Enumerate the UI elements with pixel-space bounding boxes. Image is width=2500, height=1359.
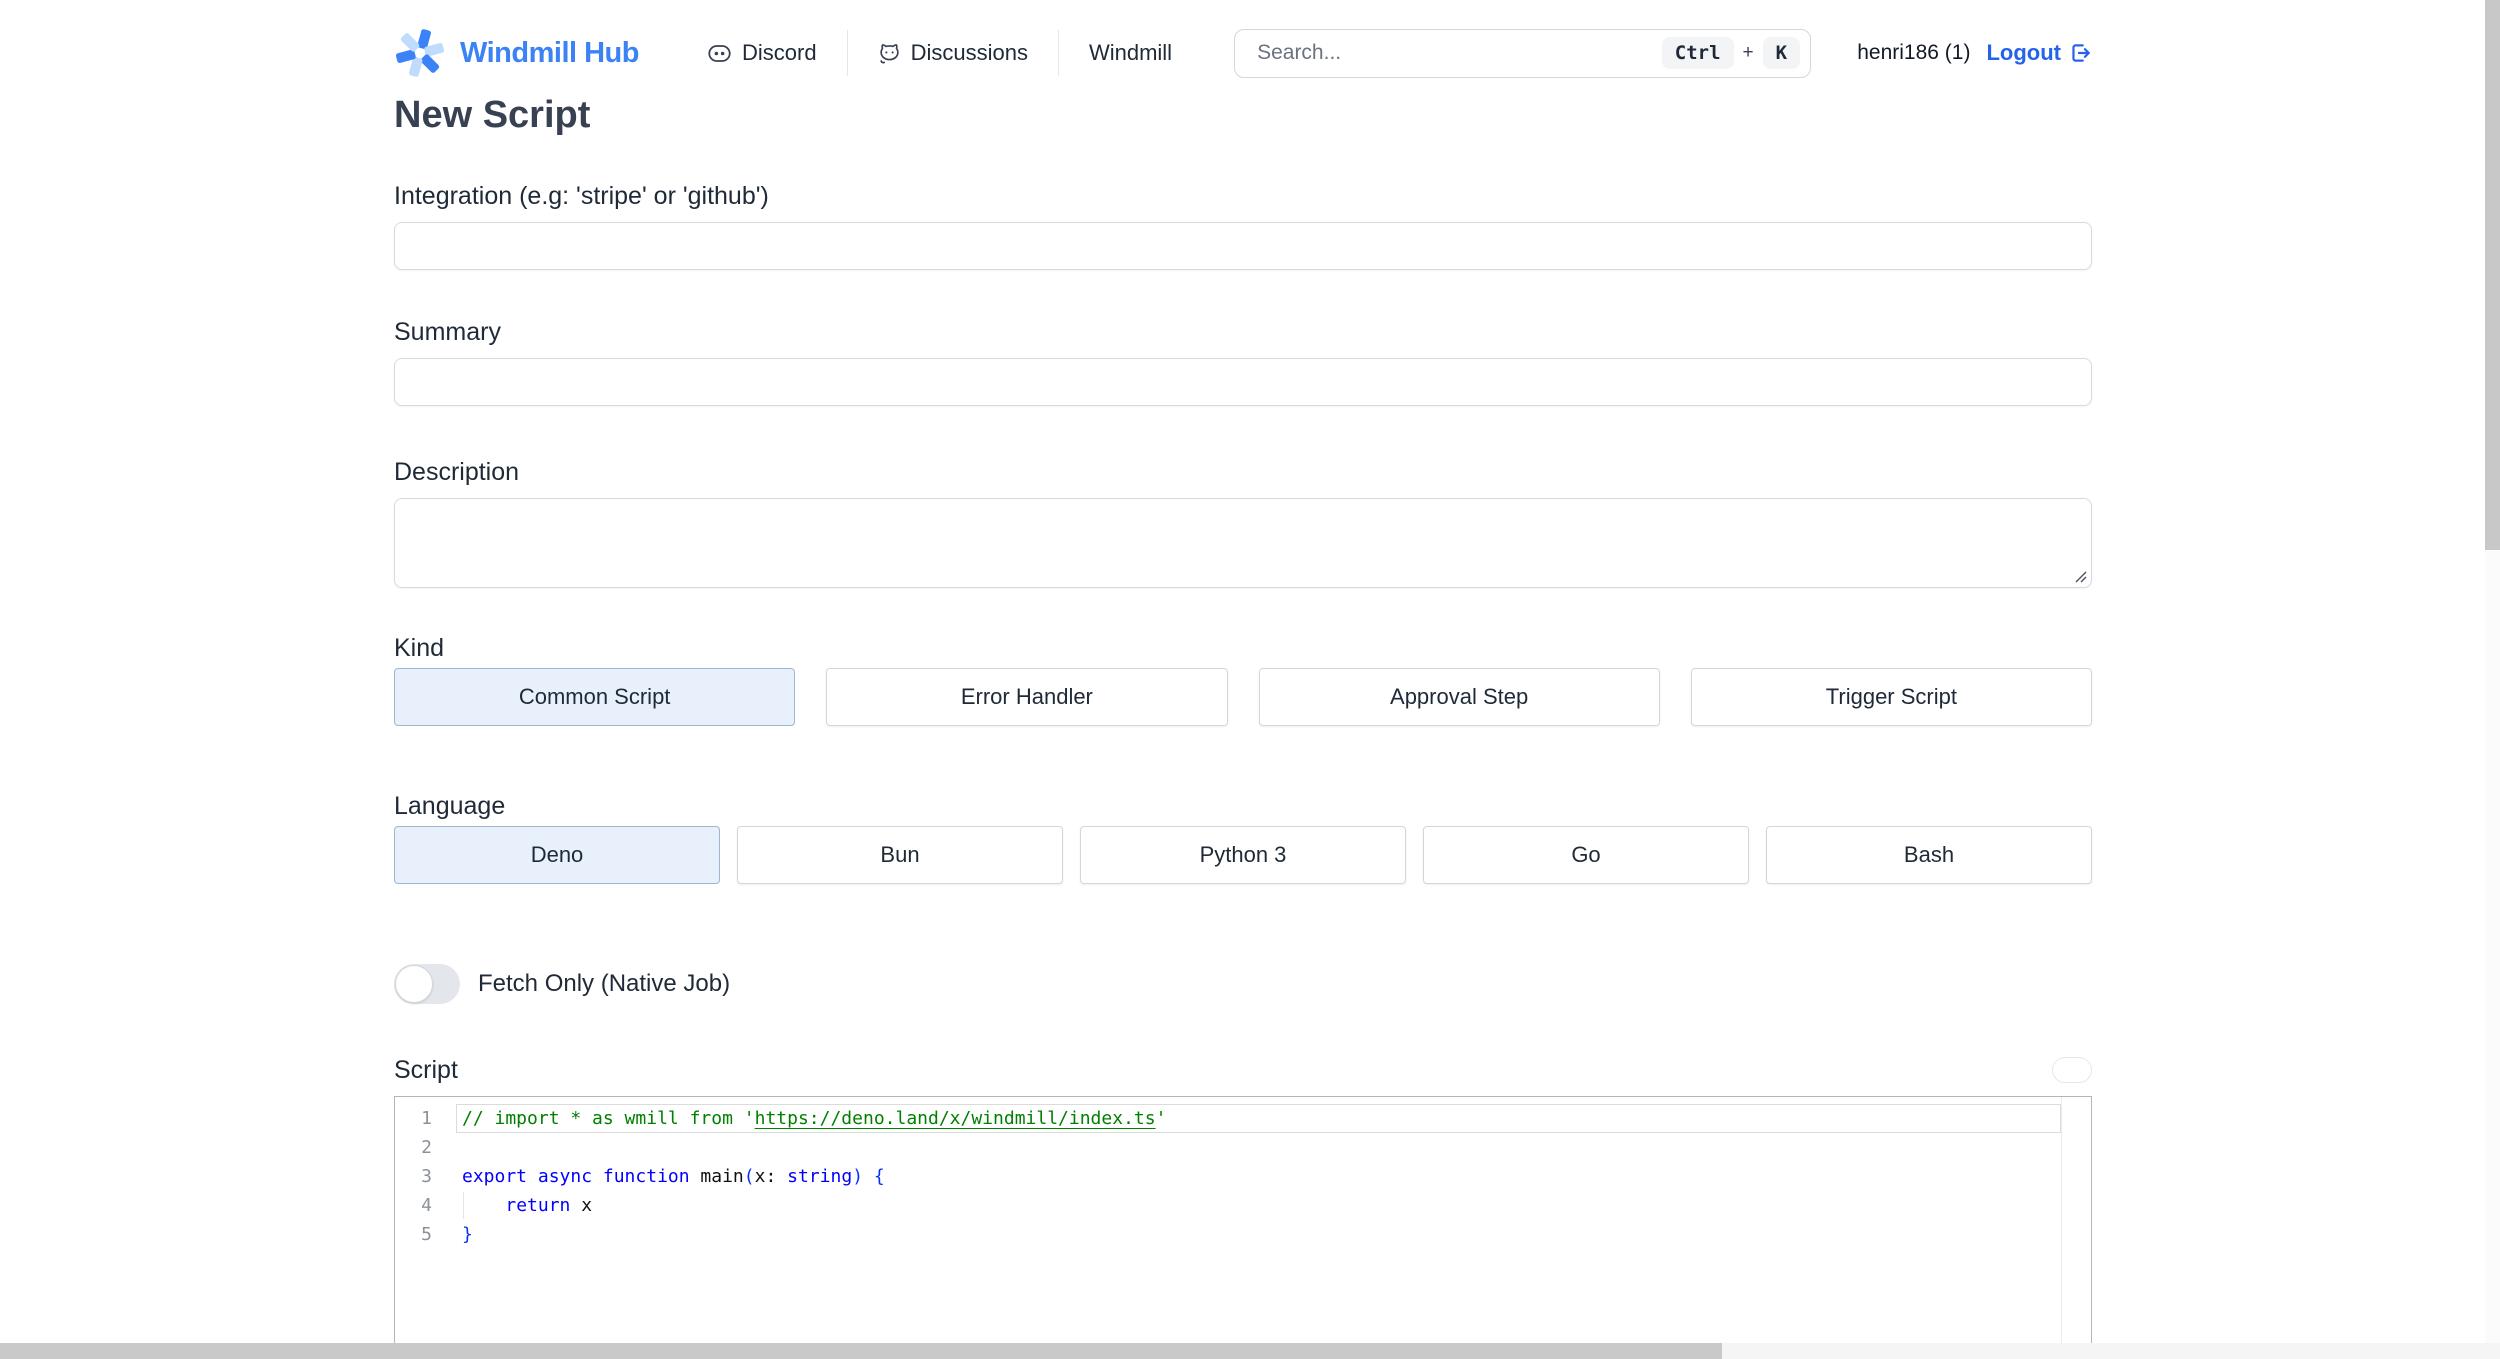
description-label: Description <box>394 458 520 486</box>
kind-option-common-script[interactable]: Common Script <box>394 668 796 726</box>
code-line[interactable]: } <box>456 1220 2061 1249</box>
windmill-logo-icon <box>394 27 446 79</box>
username-text: henri186 (1) <box>1857 41 1971 64</box>
language-option-go[interactable]: Go <box>1423 826 1749 884</box>
language-group: Language Deno Bun Python 3 Go Bash <box>394 790 2092 884</box>
language-option-bun[interactable]: Bun <box>737 826 1063 884</box>
discord-icon <box>707 41 732 66</box>
kind-option-error-handler[interactable]: Error Handler <box>826 668 1228 726</box>
line-number: 5 <box>421 1224 432 1245</box>
page-horizontal-scrollbar[interactable] <box>0 1343 2500 1359</box>
kind-label: Kind <box>394 634 445 662</box>
toggle-knob <box>395 965 433 1003</box>
nav-divider <box>846 30 848 76</box>
language-option-python3[interactable]: Python 3 <box>1080 826 1406 884</box>
logout-link[interactable]: Logout <box>1986 40 2092 66</box>
summary-input[interactable] <box>394 358 2092 406</box>
line-number: 2 <box>421 1137 432 1158</box>
line-number: 3 <box>421 1166 432 1187</box>
description-field-group: Description <box>394 456 2092 588</box>
code-line[interactable]: // import * as wmill from 'https://deno.… <box>456 1104 2061 1133</box>
nav-label-discord: Discord <box>742 40 817 65</box>
line-number: 1 <box>421 1108 432 1129</box>
language-option-bash[interactable]: Bash <box>1766 826 2092 884</box>
logout-icon <box>2068 41 2092 65</box>
github-icon <box>878 42 901 65</box>
kind-option-approval-step[interactable]: Approval Step <box>1258 668 1660 726</box>
nav-label-discussions: Discussions <box>910 40 1028 65</box>
language-label: Language <box>394 792 506 820</box>
editor-gutter: 1 2 3 4 5 <box>395 1097 456 1359</box>
integration-label: Integration (e.g: 'stripe' or 'github') <box>394 182 769 210</box>
header: Windmill Hub Discord Discussions Windmil… <box>0 0 2500 80</box>
code-line[interactable]: return x <box>456 1191 2061 1220</box>
nav-item-discussions[interactable]: Discussions <box>872 40 1034 66</box>
header-nav: Discord Discussions Windmill <box>701 30 1178 76</box>
kbd-ctrl: Ctrl <box>1661 37 1734 69</box>
logo-text: Windmill Hub <box>460 36 640 69</box>
summary-field-group: Summary <box>394 316 2092 406</box>
integration-input[interactable] <box>394 222 2092 270</box>
editor-mini-toggle[interactable] <box>2052 1057 2092 1083</box>
nav-divider <box>1057 30 1059 76</box>
vertical-scrollbar-thumb[interactable] <box>2485 0 2500 550</box>
page-title: New Script <box>394 94 591 136</box>
integration-field-group: Integration (e.g: 'stripe' or 'github') <box>394 180 2092 270</box>
code-editor[interactable]: 1 2 3 4 5 // import * as wmill from 'https:/… <box>394 1096 2092 1359</box>
search-input[interactable] <box>1235 29 1662 77</box>
language-option-deno[interactable]: Deno <box>394 826 720 884</box>
summary-label: Summary <box>394 318 501 346</box>
code-line[interactable]: export async function main(x: string) { <box>456 1162 2061 1191</box>
fetch-only-toggle[interactable] <box>394 964 460 1004</box>
nav-label-windmill: Windmill <box>1088 40 1173 65</box>
kbd-k: K <box>1762 37 1801 69</box>
logout-label: Logout <box>1986 40 2061 65</box>
script-group: Script 1 2 3 4 5 // import * as wmill from '… <box>394 1054 2092 1359</box>
line-number: 4 <box>421 1195 432 1216</box>
indent-guide <box>463 1192 464 1219</box>
code-line[interactable] <box>456 1133 2061 1162</box>
search-box: Ctrl + K <box>1234 28 1812 78</box>
kind-group: Kind Common Script Error Handler Approva… <box>394 632 2092 726</box>
editor-code: // import * as wmill from 'https://deno.… <box>456 1097 2062 1359</box>
kind-option-trigger-script[interactable]: Trigger Script <box>1690 668 2092 726</box>
description-textarea[interactable] <box>394 498 2092 588</box>
language-options: Deno Bun Python 3 Go Bash <box>394 826 2092 884</box>
script-label: Script <box>394 1056 458 1084</box>
kind-options: Common Script Error Handler Approval Ste… <box>394 668 2092 726</box>
user-zone: henri186 (1) Logout <box>1857 40 2092 66</box>
main-content: New Script Integration (e.g: 'stripe' or… <box>394 92 2092 1359</box>
kbd-separator: + <box>1742 42 1754 63</box>
nav-item-windmill[interactable]: Windmill <box>1083 40 1178 66</box>
page-vertical-scrollbar[interactable] <box>2485 0 2500 1359</box>
nav-item-discord[interactable]: Discord <box>701 40 823 66</box>
horizontal-scrollbar-thumb[interactable] <box>0 1343 1722 1359</box>
fetch-only-label: Fetch Only (Native Job) <box>478 970 731 997</box>
resize-grip-icon[interactable] <box>2074 570 2087 583</box>
fetch-only-row: Fetch Only (Native Job) <box>394 964 2092 1004</box>
windmill-hub-logo[interactable]: Windmill Hub <box>394 27 640 79</box>
